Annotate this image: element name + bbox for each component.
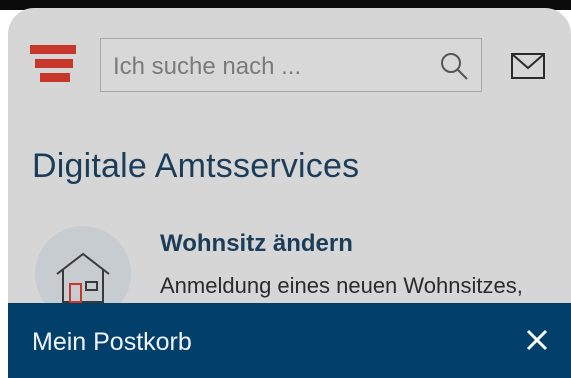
- mail-icon[interactable]: [511, 53, 545, 79]
- logo-stripe-middle: [35, 59, 73, 68]
- house-icon: [56, 252, 110, 303]
- service-description: Anmeldung eines neuen Wohnsitzes,: [160, 273, 523, 298]
- search-icon[interactable]: [439, 51, 469, 81]
- logo-stripe-top: [30, 45, 76, 54]
- close-icon[interactable]: [525, 328, 549, 352]
- search-input[interactable]: Ich suche nach ...: [100, 38, 482, 92]
- logo-stripe-bottom: [40, 73, 70, 82]
- austria-flag-logo[interactable]: [30, 45, 76, 85]
- page-title: Digitale Amtsservices: [32, 147, 360, 185]
- service-title[interactable]: Wohnsitz ändern: [160, 230, 353, 258]
- search-placeholder: Ich suche nach ...: [113, 53, 302, 80]
- app-screen: Ich suche nach ... Digitale Amtsservices…: [8, 8, 571, 378]
- mailbox-bar[interactable]: Mein Postkorb: [8, 303, 571, 378]
- mailbox-bar-label: Mein Postkorb: [32, 328, 192, 356]
